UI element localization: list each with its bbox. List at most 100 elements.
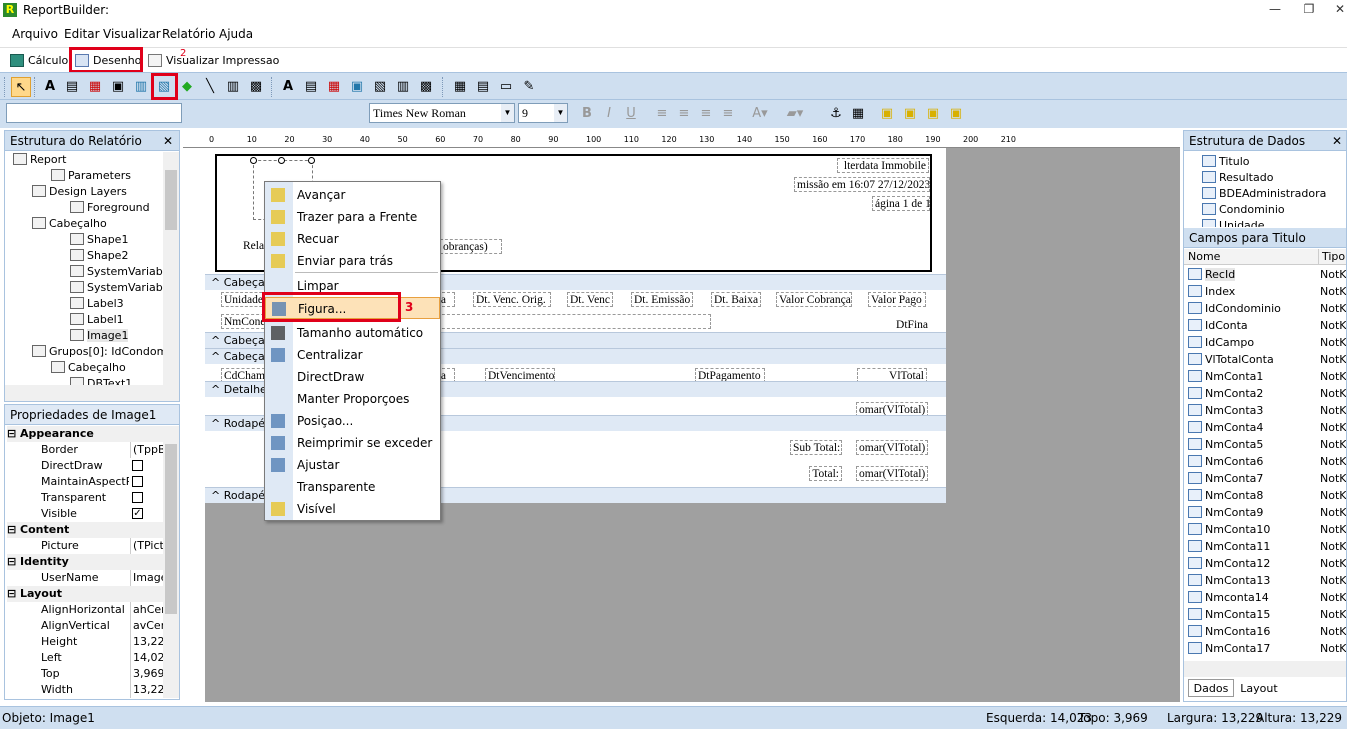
bring-front-icon[interactable]: ▣ xyxy=(900,104,920,124)
memo-tool-icon[interactable]: ▤ xyxy=(62,77,82,97)
bring-forward-icon[interactable]: ▣ xyxy=(877,104,897,124)
col-header-venc-orig[interactable]: Dt. Venc. Orig. xyxy=(473,292,551,307)
border-icon[interactable]: ▦ xyxy=(848,104,868,124)
field-row[interactable]: NmConta3 NotK xyxy=(1188,402,1346,419)
variable-tool-icon[interactable]: ▥ xyxy=(131,77,151,97)
field-row[interactable]: NmConta6 NotK xyxy=(1188,453,1346,470)
property-category[interactable]: ⊟ Content xyxy=(7,522,165,538)
ctx-item-recuar[interactable]: Recuar xyxy=(265,228,440,250)
chevron-down-icon[interactable]: ▼ xyxy=(554,104,567,122)
property-checkbox[interactable] xyxy=(132,476,143,487)
crosstab-tool-icon[interactable]: ✎ xyxy=(519,77,539,97)
property-row[interactable]: Top 3,96900 xyxy=(7,666,165,682)
ctx-item-ajustar[interactable]: Ajustar xyxy=(265,454,440,476)
dbcalc-tool-icon[interactable]: ▣ xyxy=(347,77,367,97)
col-header-emissao[interactable]: Dt. Emissão xyxy=(631,292,693,307)
underline-icon[interactable]: U xyxy=(621,104,641,124)
ctx-item-trazer-para-a-frente[interactable]: Trazer para a Frente xyxy=(265,206,440,228)
bold-icon[interactable]: B xyxy=(577,104,597,124)
field-row[interactable]: IdConta NotK xyxy=(1188,317,1346,334)
tree-item[interactable]: SystemVariable2 xyxy=(70,280,165,296)
property-row[interactable]: Height 13,229 xyxy=(7,634,165,650)
dataset-item[interactable]: Condominio xyxy=(1202,201,1285,218)
sysvar-emission[interactable]: missão em 16:07 27/12/2023 xyxy=(794,177,930,192)
font-color-icon[interactable]: A▾ xyxy=(750,104,770,124)
dblabel-tool-icon[interactable]: A xyxy=(278,77,298,97)
tab-dados[interactable]: Dados xyxy=(1188,679,1234,697)
col-header-venc[interactable]: Dt. Venc xyxy=(567,292,613,307)
property-row[interactable]: UserName Image1 xyxy=(7,570,165,586)
label-subtotal[interactable]: Sub Total: xyxy=(790,440,842,455)
field-row[interactable]: NmConta9 NotK xyxy=(1188,504,1346,521)
col-header-valor-cobranca[interactable]: Valor Cobrança xyxy=(776,292,852,307)
field-row[interactable]: IdCampo NotK xyxy=(1188,334,1346,351)
tree-item[interactable]: Label3 xyxy=(70,296,124,312)
chevron-down-icon[interactable]: ▼ xyxy=(501,104,514,122)
tab-calculo[interactable]: Cálculo xyxy=(8,51,68,71)
component-name-field[interactable] xyxy=(6,103,182,123)
property-row[interactable]: Left 14,023 xyxy=(7,650,165,666)
field-row[interactable]: RecId NotK xyxy=(1188,266,1346,283)
title-label-part2[interactable]: obranças) xyxy=(440,239,502,254)
property-value[interactable]: 13,229 xyxy=(130,682,165,698)
property-value[interactable]: 3,96900 xyxy=(130,666,165,682)
dataset-item[interactable]: Unidade xyxy=(1202,217,1265,227)
subreport-tool-icon[interactable]: ▤ xyxy=(473,77,493,97)
ctx-item-tamanho-autom-tico[interactable]: Tamanho automático xyxy=(265,322,440,344)
highlight-color-icon[interactable]: ▰▾ xyxy=(785,104,805,124)
field-row[interactable]: NmConta2 NotK xyxy=(1188,385,1346,402)
dbrichtext-tool-icon[interactable]: ▦ xyxy=(324,77,344,97)
property-category[interactable]: ⊟ Identity xyxy=(7,554,165,570)
restore-icon[interactable]: ❐ xyxy=(1298,2,1320,18)
ctx-item-directdraw[interactable]: DirectDraw xyxy=(265,366,440,388)
barcode-tool-icon[interactable]: ▥ xyxy=(223,77,243,97)
field-row[interactable]: Index NotK xyxy=(1188,283,1346,300)
menu-editar[interactable]: Editar xyxy=(64,27,100,41)
tab-layout[interactable]: Layout xyxy=(1236,681,1282,697)
italic-icon[interactable]: I xyxy=(599,104,619,124)
font-size-select[interactable]: 9 ▼ xyxy=(518,103,568,123)
dataset-item[interactable]: Resultado xyxy=(1202,169,1273,186)
property-row[interactable]: Width 13,229 xyxy=(7,682,165,698)
field-row[interactable]: NmConta8 NotK xyxy=(1188,487,1346,504)
align-right-icon[interactable]: ≡ xyxy=(696,104,716,124)
property-row[interactable]: Border (TppBor xyxy=(7,442,165,458)
region-tool-icon[interactable]: ▦ xyxy=(450,77,470,97)
field-row[interactable]: VlTotalConta NotK xyxy=(1188,351,1346,368)
tree-item[interactable]: Shape1 xyxy=(70,232,128,248)
sysvar-page[interactable]: ágina 1 de 1 xyxy=(872,196,930,211)
property-row[interactable]: MaintainAspectRa xyxy=(7,474,165,490)
align-center-icon[interactable]: ≡ xyxy=(674,104,694,124)
property-checkbox[interactable]: ✓ xyxy=(132,508,143,519)
field-row[interactable]: NmConta13 NotK xyxy=(1188,572,1346,589)
field-row[interactable]: NmConta15 NotK xyxy=(1188,606,1346,623)
tree-item[interactable]: Cabeçalho xyxy=(51,360,126,376)
property-value[interactable]: Image1 xyxy=(130,570,165,586)
field-row[interactable]: NmConta4 NotK xyxy=(1188,419,1346,436)
ctx-item-manter-propor-oes[interactable]: Manter Proporçoes xyxy=(265,388,440,410)
dbbarcode-tool-icon[interactable]: ▥ xyxy=(393,77,413,97)
minimize-icon[interactable]: — xyxy=(1264,2,1286,18)
ctx-item-vis-vel[interactable]: Visível xyxy=(265,498,440,520)
property-checkbox[interactable] xyxy=(132,492,143,503)
property-row[interactable]: Picture (TPictur xyxy=(7,538,165,554)
ctx-item-centralizar[interactable]: Centralizar xyxy=(265,344,440,366)
field-subtotal-value[interactable]: omar(VlTotal) xyxy=(856,440,928,455)
property-row[interactable]: AlignVertical avCente xyxy=(7,618,165,634)
property-category[interactable]: ⊟ Layout xyxy=(7,586,165,602)
tree-item[interactable]: Cabeçalho xyxy=(32,216,107,232)
field-row[interactable]: NmConta12 NotK xyxy=(1188,555,1346,572)
tree-item[interactable]: Foreground xyxy=(70,200,150,216)
property-value[interactable]: ahCente xyxy=(130,602,165,618)
ctx-item-enviar-para-tr-s[interactable]: Enviar para trás xyxy=(265,250,440,272)
field-row[interactable]: NmConta17 NotK xyxy=(1188,640,1346,657)
properties-scrollbar[interactable] xyxy=(163,426,179,698)
dataset-item[interactable]: BDEAdministradora xyxy=(1202,185,1326,202)
menu-visualizar[interactable]: Visualizar xyxy=(103,27,161,41)
tree-item[interactable]: Grupos[0]: IdCondom xyxy=(32,344,165,360)
col-tipo[interactable]: Tipo xyxy=(1318,249,1345,265)
fields-hscrollbar[interactable] xyxy=(1184,661,1346,677)
anchor-icon[interactable]: ⚓ xyxy=(826,104,846,124)
property-row[interactable]: DirectDraw xyxy=(7,458,165,474)
justify-icon[interactable]: ≡ xyxy=(718,104,738,124)
